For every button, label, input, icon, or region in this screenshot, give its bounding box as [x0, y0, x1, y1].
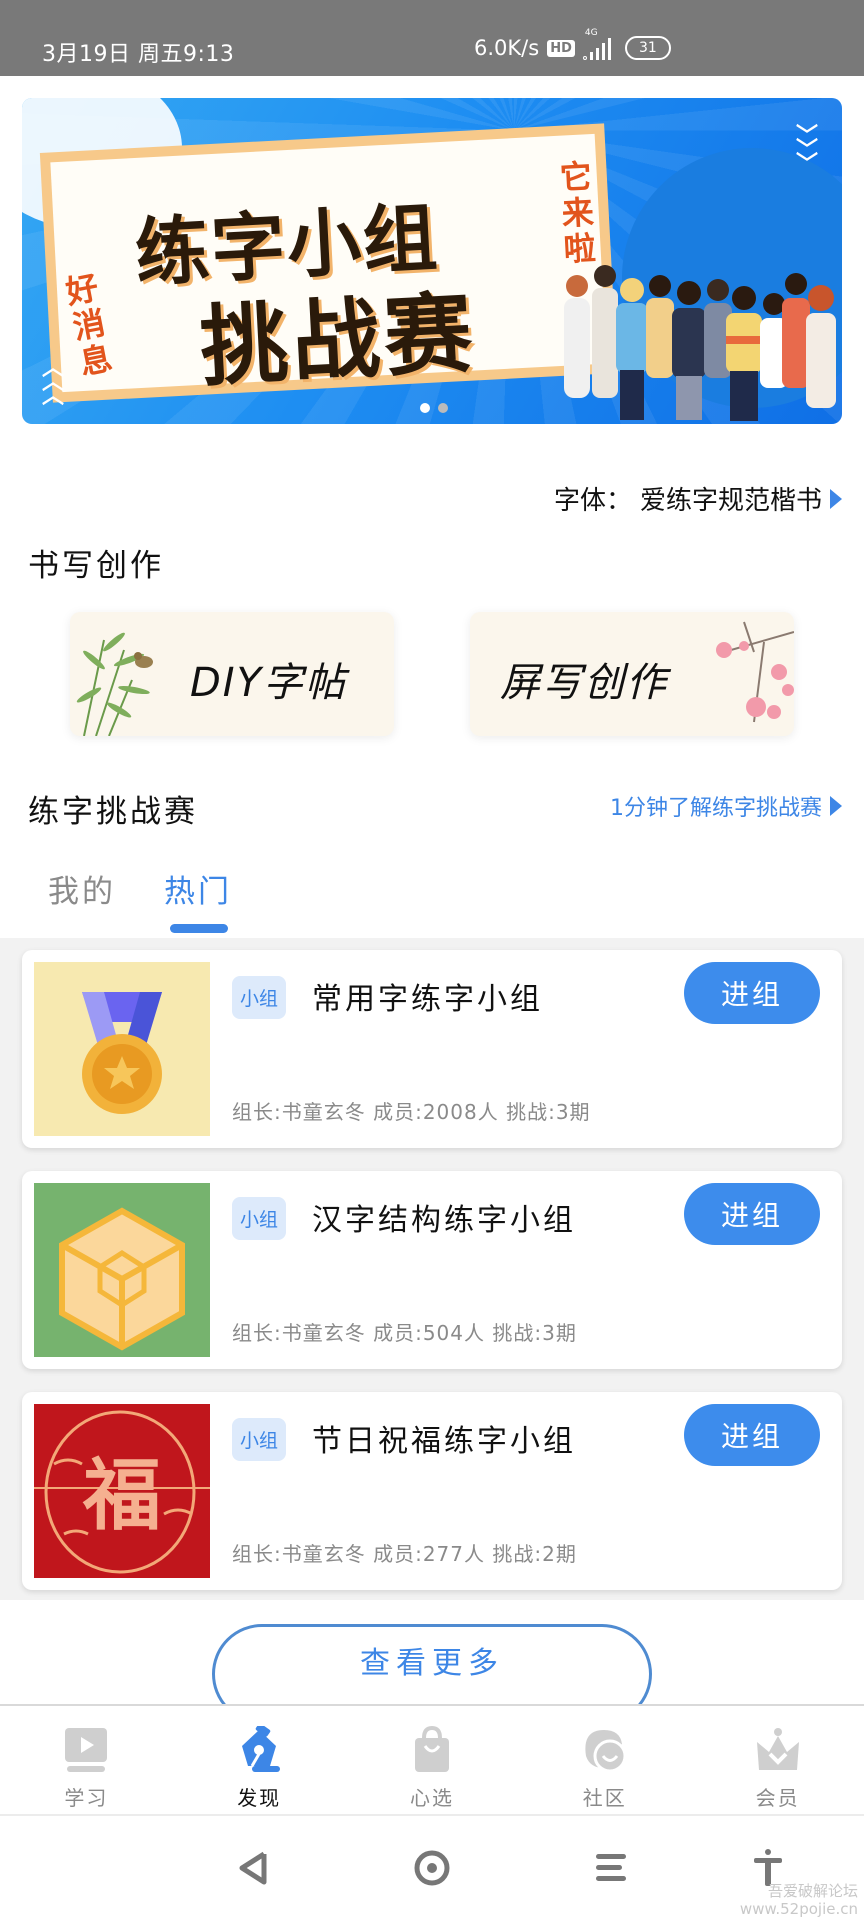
diy-copybook-tile[interactable]: DIY字帖 — [70, 612, 394, 736]
screen-writing-label: 屏写创作 — [500, 660, 668, 706]
medal-icon — [34, 962, 210, 1136]
battery-icon: 31 — [624, 36, 671, 60]
group-card[interactable]: 小组 常用字练字小组 组长:书童玄冬 成员:2008人 挑战:3期 进组 — [22, 950, 842, 1148]
font-selector[interactable]: 字体： 爱练字规范楷书 — [554, 480, 842, 517]
group-badge: 小组 — [232, 1197, 287, 1240]
svg-text:福: 福 — [82, 1451, 161, 1541]
group-name: 汉字结构练字小组 — [312, 1203, 576, 1238]
banner-tag-right: 它来啦 — [558, 157, 597, 269]
group-card[interactable]: 福 小组 节日祝福练字小组 组长:书童玄冬 成员:277人 挑战:2期 进组 — [22, 1392, 842, 1590]
nav-item-community[interactable]: 社区 — [518, 1706, 691, 1814]
status-datetime: 3月19日 周五9:13 — [42, 42, 235, 67]
signal-icon: 4G — [582, 28, 611, 60]
nav-item-picks[interactable]: 心选 — [346, 1706, 519, 1814]
system-nav-bar — [0, 1818, 864, 1920]
tab-popular[interactable]: 热门 — [164, 866, 232, 933]
challenge-section-title: 练字挑战赛 — [28, 794, 198, 830]
group-name: 节日祝福练字小组 — [312, 1424, 576, 1459]
status-bar: 3月19日 周五9:13 6.0K/s HD 4G 31 — [0, 0, 864, 76]
group-meta: 组长:书童玄冬 成员:2008人 挑战:3期 — [232, 1100, 591, 1124]
nav-item-discover[interactable]: 发现 — [173, 1706, 346, 1814]
video-play-icon — [65, 1728, 108, 1772]
nav-item-study[interactable]: 学习 — [0, 1706, 173, 1814]
network-type: 4G — [584, 28, 598, 38]
plum-blossom-icon — [716, 621, 794, 723]
bamboo-icon — [76, 632, 153, 736]
hd-icon: HD — [547, 39, 575, 57]
challenge-intro-label: 1分钟了解练字挑战赛 — [610, 796, 822, 821]
group-meta: 组长:书童玄冬 成员:504人 挑战:3期 — [232, 1321, 577, 1345]
pen-nib-icon — [242, 1726, 281, 1772]
challenge-tabs: 我的 热门 — [48, 866, 232, 933]
crown-icon — [756, 1728, 799, 1770]
group-name: 常用字练字小组 — [312, 982, 543, 1017]
back-icon[interactable] — [234, 1848, 274, 1888]
nav-label: 心选 — [409, 1786, 454, 1810]
screen-writing-tile[interactable]: 屏写创作 — [470, 612, 794, 736]
font-value: 爱练字规范楷书 — [639, 486, 822, 516]
nav-item-membership[interactable]: 会员 — [691, 1706, 864, 1814]
home-icon[interactable] — [412, 1848, 452, 1888]
nav-label: 会员 — [755, 1786, 800, 1810]
font-label: 字体： — [553, 486, 632, 516]
carousel-dot-2[interactable] — [438, 403, 448, 413]
group-meta: 组长:书童玄冬 成员:277人 挑战:2期 — [232, 1542, 577, 1566]
chevrons-down-icon: ﹀ ﹀ ﹀ — [795, 124, 818, 177]
bottom-nav: 学习 发现 心选 社区 会员 — [0, 1704, 864, 1816]
banner-tag-left: 好消息 — [62, 268, 116, 383]
menu-icon[interactable] — [592, 1848, 632, 1888]
nav-label: 社区 — [582, 1786, 627, 1810]
fu-character-icon: 福 — [34, 1404, 210, 1578]
caret-right-icon — [830, 796, 842, 816]
nav-label: 学习 — [64, 1786, 109, 1810]
people-illustration — [564, 265, 836, 421]
group-card[interactable]: 小组 汉字结构练字小组 组长:书童玄冬 成员:504人 挑战:3期 进组 — [22, 1171, 842, 1369]
join-group-button[interactable]: 进组 — [684, 1183, 820, 1245]
banner-title-line2: 挑战赛 — [197, 281, 479, 399]
caret-right-icon — [830, 488, 842, 509]
status-right: 6.0K/s HD 4G 31 — [474, 28, 671, 60]
carousel-dot-1[interactable] — [420, 403, 430, 413]
join-group-button[interactable]: 进组 — [684, 962, 820, 1024]
carousel-indicator[interactable] — [420, 403, 448, 413]
join-group-button[interactable]: 进组 — [684, 1404, 820, 1466]
challenge-intro-link[interactable]: 1分钟了解练字挑战赛 — [610, 790, 842, 822]
group-badge: 小组 — [232, 1418, 287, 1461]
banner-board: 练字小组 挑战赛 好消息 它来啦 — [39, 123, 618, 403]
writing-section-title: 书写创作 — [28, 548, 164, 584]
promo-banner[interactable]: 练字小组 挑战赛 好消息 它来啦 ︿ ︿ ︿ ﹀ ﹀ ﹀ — [22, 98, 842, 424]
tab-mine[interactable]: 我的 — [48, 866, 116, 911]
cube-icon — [34, 1183, 210, 1357]
chevrons-up-icon: ︿ ︿ ︿ — [42, 356, 65, 409]
chat-bubbles-icon — [585, 1730, 627, 1773]
shopping-bag-icon — [414, 1726, 449, 1772]
diy-copybook-label: DIY字帖 — [190, 660, 348, 706]
nav-label: 发现 — [237, 1786, 282, 1810]
watermark: 吾爱破解论坛 www.52pojie.cn — [739, 1882, 858, 1918]
group-badge: 小组 — [232, 976, 287, 1019]
network-speed: 6.0K/s — [474, 36, 540, 60]
